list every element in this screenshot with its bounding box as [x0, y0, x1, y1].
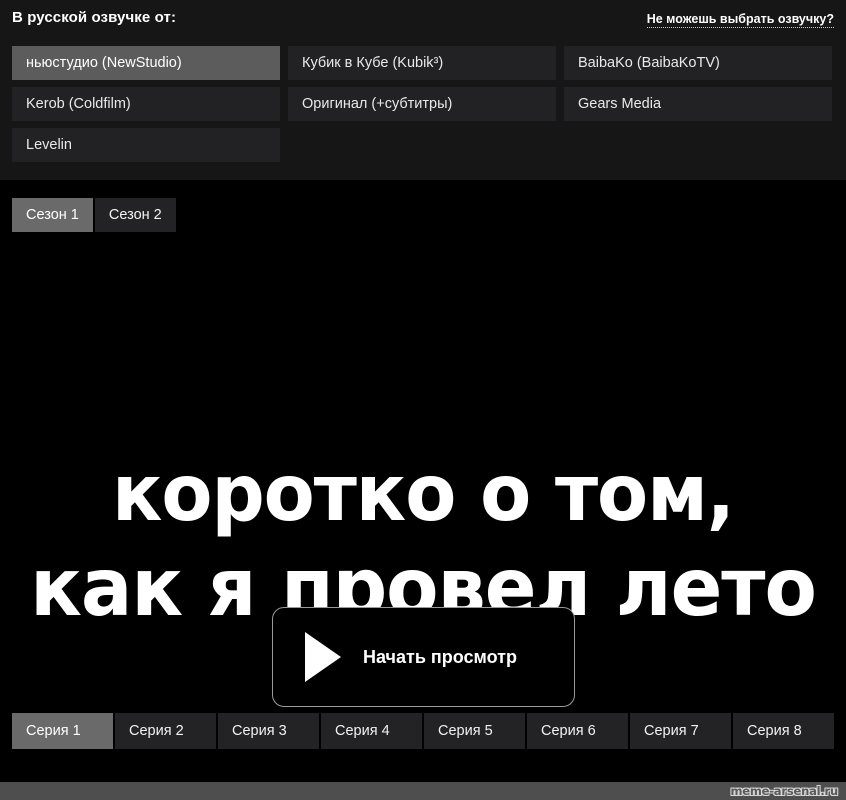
episode-tab-5[interactable]: Серия 5: [424, 713, 525, 749]
episode-tab-2[interactable]: Серия 2: [115, 713, 216, 749]
episode-tab-6[interactable]: Серия 6: [527, 713, 628, 749]
episode-tab-8[interactable]: Серия 8: [733, 713, 834, 749]
season-tab-1[interactable]: Сезон 1: [12, 198, 93, 232]
voiceover-slot-empty: [564, 128, 832, 162]
voiceover-panel-title: В русской озвучке от:: [12, 9, 177, 26]
episode-tab-3[interactable]: Серия 3: [218, 713, 319, 749]
cannot-choose-voiceover-link[interactable]: Не можешь выбрать озвучку?: [646, 12, 834, 28]
start-watching-label: Начать просмотр: [363, 646, 517, 667]
voiceover-options-grid: ньюстудио (NewStudio) Кубик в Кубе (Kubi…: [12, 46, 834, 169]
voiceover-option-baibako[interactable]: BaibaKo (BaibaKoTV): [564, 46, 832, 80]
play-icon: [305, 632, 341, 682]
season-tab-2[interactable]: Сезон 2: [94, 198, 176, 232]
voiceover-panel: В русской озвучке от: Не можешь выбрать …: [0, 0, 846, 180]
voiceover-option-original[interactable]: Оригинал (+субтитры): [288, 87, 556, 121]
episode-tab-7[interactable]: Серия 7: [630, 713, 731, 749]
voiceover-row: Levelin: [12, 128, 834, 162]
episode-tab-1[interactable]: Серия 1: [12, 713, 113, 749]
voiceover-slot-empty: [288, 128, 556, 162]
voiceover-option-kerob[interactable]: Kerob (Coldfilm): [12, 87, 280, 121]
voiceover-row: Kerob (Coldfilm) Оригинал (+субтитры) Ge…: [12, 87, 834, 121]
episode-tabs: Серия 1 Серия 2 Серия 3 Серия 4 Серия 5 …: [12, 713, 834, 749]
season-tabs: Сезон 1 Сезон 2: [12, 198, 176, 232]
voiceover-row: ньюстудио (NewStudio) Кубик в Кубе (Kubi…: [12, 46, 834, 80]
site-watermark: meme-arsenal.ru: [730, 784, 838, 798]
meme-caption-line-1: коротко о том,: [111, 449, 735, 539]
voiceover-option-kubik[interactable]: Кубик в Кубе (Kubik³): [288, 46, 556, 80]
episode-tab-4[interactable]: Серия 4: [321, 713, 422, 749]
footer-bar: meme-arsenal.ru: [0, 782, 846, 800]
start-watching-button[interactable]: Начать просмотр: [272, 607, 575, 707]
voiceover-option-gears-media[interactable]: Gears Media: [564, 87, 832, 121]
video-player: Сезон 1 Сезон 2 коротко о том, как я про…: [0, 180, 846, 782]
voiceover-option-levelin[interactable]: Levelin: [12, 128, 280, 162]
voiceover-option-newstudio[interactable]: ньюстудио (NewStudio): [12, 46, 280, 80]
